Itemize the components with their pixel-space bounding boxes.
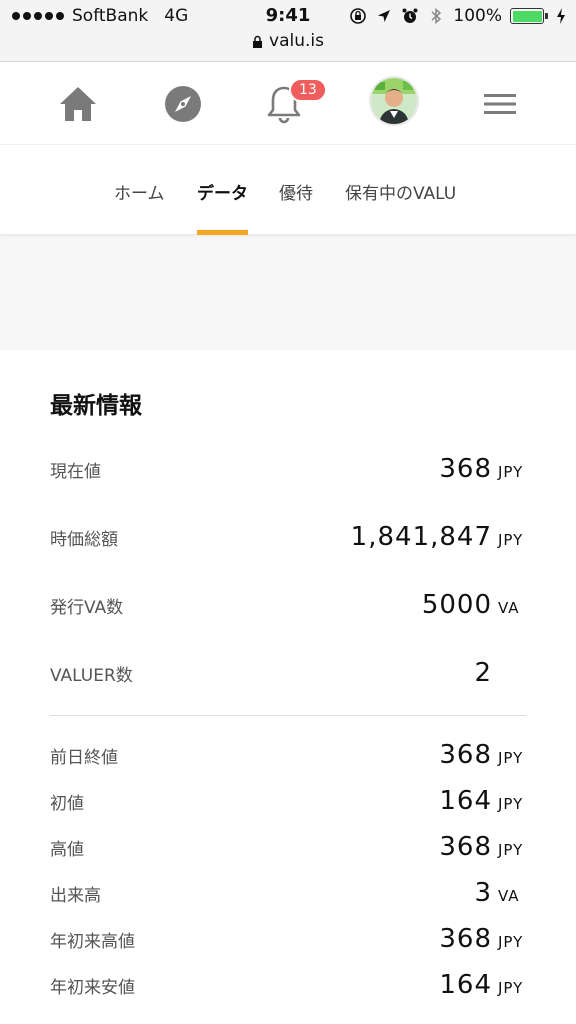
home-button[interactable] [54,80,102,128]
lock-icon [253,35,263,48]
stat-label: 時価総額 [50,529,118,550]
history-row: 出来高 3 VA [50,878,526,908]
stat-value: 368 [439,924,492,954]
stat-label: 発行VA数 [50,597,124,618]
home-icon [60,87,96,121]
status-icons: 100% [349,6,566,26]
stat-unit: JPY [498,531,524,549]
stat-unit: JPY [498,933,524,951]
menu-icon [484,94,516,114]
stat-value: 2 [474,658,492,688]
stat-row: 現在値 368 JPY [50,454,526,484]
history-row: 初値 164 JPY [50,786,526,816]
location-arrow-icon [378,10,391,22]
address-bar[interactable]: valu.is [0,31,576,51]
stat-row: 発行VA数 5000 VA [50,590,526,620]
avatar[interactable] [369,76,419,126]
stat-value: 164 [439,786,492,816]
latest-info-card: 最新情報 現在値 368 JPY 時価総額 1,841,847 JPY 発行VA数 … [0,350,576,1024]
history-row: 年初来安値 164 JPY [50,970,526,1000]
tab-data[interactable]: データ [197,179,248,204]
stat-label: 前日終値 [50,747,118,768]
stat-value: 3 [474,878,492,908]
profile-photo [371,78,417,124]
section-title: 最新情報 [50,393,142,419]
stat-value: 164 [439,970,492,1000]
divider [50,715,526,716]
stat-value: 368 [439,832,492,862]
bluetooth-icon [431,7,442,25]
stat-label: 年初来安値 [50,977,135,998]
stat-unit: JPY [498,463,524,481]
top-nav: 13 [0,62,576,144]
tab-perks[interactable]: 優待 [279,179,313,204]
stat-label: 現在値 [50,461,101,482]
stat-value: 368 [439,454,492,484]
notification-badge: 13 [289,78,327,102]
stat-unit: VA [498,887,520,905]
battery-icon [510,8,548,24]
stat-label: 初値 [50,793,84,814]
charging-icon [557,8,565,24]
history-row: 高値 368 JPY [50,832,526,862]
active-tab-indicator [197,230,248,235]
stat-label: VALUER数 [50,665,133,686]
history-row: 前日終値 368 JPY [50,740,526,770]
status-bar: SoftBank 4G 9:41 100% valu.is [0,0,576,62]
stat-unit: VA [498,599,520,617]
stat-value: 1,841,847 [350,522,492,552]
section-tabs: ホーム データ 優待 保有中のVALU [0,144,576,235]
explore-button[interactable] [159,80,207,128]
stat-value: 368 [439,740,492,770]
stat-label: 高値 [50,839,84,860]
stat-row: VALUER数 2 [50,658,526,688]
stat-label: 出来高 [50,885,101,906]
stat-label: 年初来高値 [50,931,135,952]
tab-holdings[interactable]: 保有中のVALU [345,179,456,204]
stat-unit: JPY [498,979,524,997]
stat-value: 5000 [421,590,492,620]
history-row: 年初来高値 368 JPY [50,924,526,954]
compass-icon [165,86,201,122]
battery-percent: 100% [453,6,502,26]
stat-unit: JPY [498,795,524,813]
tab-home[interactable]: ホーム [114,179,165,204]
stat-row: 時価総額 1,841,847 JPY [50,522,526,552]
stat-unit: JPY [498,841,524,859]
stat-unit: JPY [498,749,524,767]
url-text: valu.is [269,31,324,51]
alarm-icon [402,8,418,23]
menu-button[interactable] [476,80,524,128]
rotation-lock-icon [350,8,367,24]
